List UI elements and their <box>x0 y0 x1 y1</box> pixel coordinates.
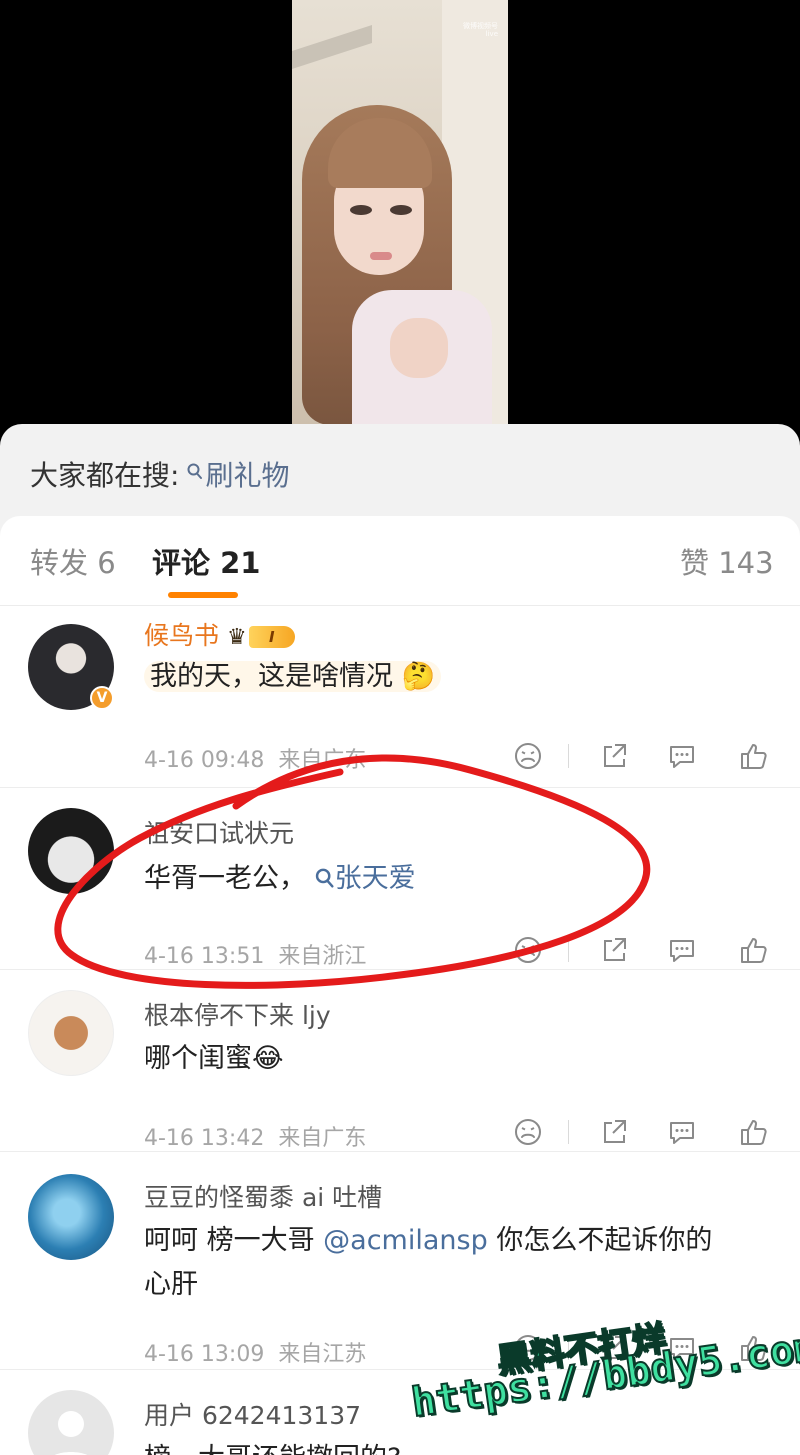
video-person-lips <box>370 252 392 260</box>
comment-location: 来自广东 <box>278 1126 367 1151</box>
video-watermark-line1: 微博视频号 <box>463 22 498 30</box>
search-icon <box>187 462 203 486</box>
divider <box>568 938 569 962</box>
avatar[interactable] <box>28 990 114 1076</box>
like-icon[interactable] <box>738 934 770 966</box>
comment-text: 华胥一老公， 张天爱 <box>144 858 416 900</box>
comment-text: 呵呵 榜一大哥 @acmilansp 你怎么不起诉你的 <box>144 1220 712 1262</box>
comment-username[interactable]: 根本停不下来 ljy <box>144 996 331 1032</box>
comment-search-link[interactable]: 张天爱 <box>315 863 416 894</box>
comment-meta: 4-16 13:42 来自广东 <box>144 1120 366 1152</box>
comment-text: 榜一大哥还能撤回的? <box>144 1438 401 1455</box>
comment-body: 我的天，这是啥情况 <box>150 661 393 692</box>
comment-actions <box>510 934 770 966</box>
comment-username[interactable]: 用户 6242413137 <box>144 1396 361 1432</box>
comment-body: 华胥一老公， <box>144 863 306 894</box>
tab-bar: 转发 6 评论 21 赞 143 <box>0 516 800 606</box>
avatar[interactable] <box>28 1174 114 1260</box>
dislike-icon[interactable] <box>512 1116 544 1148</box>
dislike-icon[interactable] <box>512 740 544 772</box>
share-icon[interactable] <box>598 1116 630 1148</box>
reply-icon[interactable] <box>666 934 698 966</box>
comment-time: 4-16 13:09 <box>144 1342 265 1367</box>
crown-icon: ♛ <box>227 624 247 650</box>
comment-text: 我的天，这是啥情况 🤔 <box>144 656 442 698</box>
comment-meta: 4-16 13:09 来自江苏 <box>144 1336 366 1368</box>
comment-time: 4-16 09:48 <box>144 748 265 773</box>
comment-time: 4-16 13:51 <box>144 944 265 969</box>
comment-item: 祖安口试状元 华胥一老公， 张天爱 4-16 13:51 来自浙江 <box>0 788 800 970</box>
comment-item: V 候鸟书 ♛ I 我的天，这是啥情况 🤔 4-16 09:48 来自广东 <box>0 606 800 788</box>
comment-text-highlight: 我的天，这是啥情况 🤔 <box>144 661 442 692</box>
like-icon[interactable] <box>738 1116 770 1148</box>
divider <box>568 1120 569 1144</box>
comment-body-continued: 你怎么不起诉你的 <box>487 1225 713 1256</box>
like-icon[interactable] <box>738 740 770 772</box>
comment-actions <box>510 1116 770 1148</box>
comment-time: 4-16 13:42 <box>144 1126 265 1151</box>
comment-username[interactable]: 祖安口试状元 <box>144 814 294 850</box>
tab-active-indicator <box>168 592 238 598</box>
dislike-icon[interactable] <box>512 934 544 966</box>
hot-search-link[interactable]: 刷礼物 <box>179 454 289 494</box>
comment-text-line2: 心肝 <box>144 1269 198 1300</box>
comment-actions <box>510 740 770 772</box>
verified-badge-icon: V <box>90 686 114 710</box>
thinking-emoji-icon: 🤔 <box>401 661 436 692</box>
reply-icon[interactable] <box>666 740 698 772</box>
tab-repost[interactable]: 转发 6 <box>30 540 116 582</box>
comment-body: 哪个闺蜜 <box>144 1043 252 1074</box>
video-person-hand <box>390 318 448 378</box>
reply-icon[interactable] <box>666 1116 698 1148</box>
share-icon[interactable] <box>598 934 630 966</box>
tab-likes[interactable]: 赞 143 <box>680 540 774 582</box>
comment-location: 来自广东 <box>278 748 367 773</box>
comment-item: 豆豆的怪蜀黍 ai 吐槽 呵呵 榜一大哥 @acmilansp 你怎么不起诉你的… <box>0 1152 800 1370</box>
video-watermark: 微博视频号 live <box>463 22 498 39</box>
hot-search-keyword: 刷礼物 <box>205 459 290 492</box>
vip-level: I <box>248 626 295 648</box>
divider <box>568 744 569 768</box>
avatar[interactable] <box>28 808 114 894</box>
comment-location: 来自江苏 <box>278 1342 367 1367</box>
tab-comments[interactable]: 评论 21 <box>152 540 260 582</box>
search-icon <box>315 863 335 894</box>
comment-meta: 4-16 13:51 来自浙江 <box>144 938 366 970</box>
video-ceiling-light <box>292 25 372 69</box>
video-player[interactable]: 微博视频号 live <box>0 0 800 440</box>
share-icon[interactable] <box>598 740 630 772</box>
laughing-emoji-icon: 😂 <box>252 1043 284 1074</box>
comment-username[interactable]: 候鸟书 ♛ I <box>144 616 295 652</box>
comments-sheet: 转发 6 评论 21 赞 143 V 候鸟书 ♛ I 我的天，这是啥情况 🤔 4-1… <box>0 516 800 1455</box>
user-mention-link[interactable]: @acmilansp <box>323 1225 488 1256</box>
vip-badge: ♛ I <box>227 624 295 650</box>
video-person-eye <box>350 205 372 215</box>
comment-location: 来自浙江 <box>278 944 367 969</box>
video-thumbnail[interactable]: 微博视频号 live <box>292 0 508 425</box>
hot-search-prefix: 大家都在搜: <box>30 459 180 492</box>
default-avatar-icon[interactable] <box>28 1390 114 1455</box>
comment-item: 根本停不下来 ljy 哪个闺蜜😂 4-16 13:42 来自广东 <box>0 970 800 1152</box>
video-watermark-line2: live <box>485 30 498 39</box>
search-link-text: 张天爱 <box>334 863 416 894</box>
comment-username[interactable]: 豆豆的怪蜀黍 ai 吐槽 <box>144 1178 382 1214</box>
hot-search-row: 大家都在搜: 刷礼物 <box>30 454 289 494</box>
comment-text: 哪个闺蜜😂 <box>144 1038 284 1080</box>
username-text: 候鸟书 <box>144 621 220 650</box>
comment-meta: 4-16 09:48 来自广东 <box>144 742 366 774</box>
video-person-eye <box>390 205 412 215</box>
comment-body: 呵呵 榜一大哥 <box>144 1225 324 1256</box>
